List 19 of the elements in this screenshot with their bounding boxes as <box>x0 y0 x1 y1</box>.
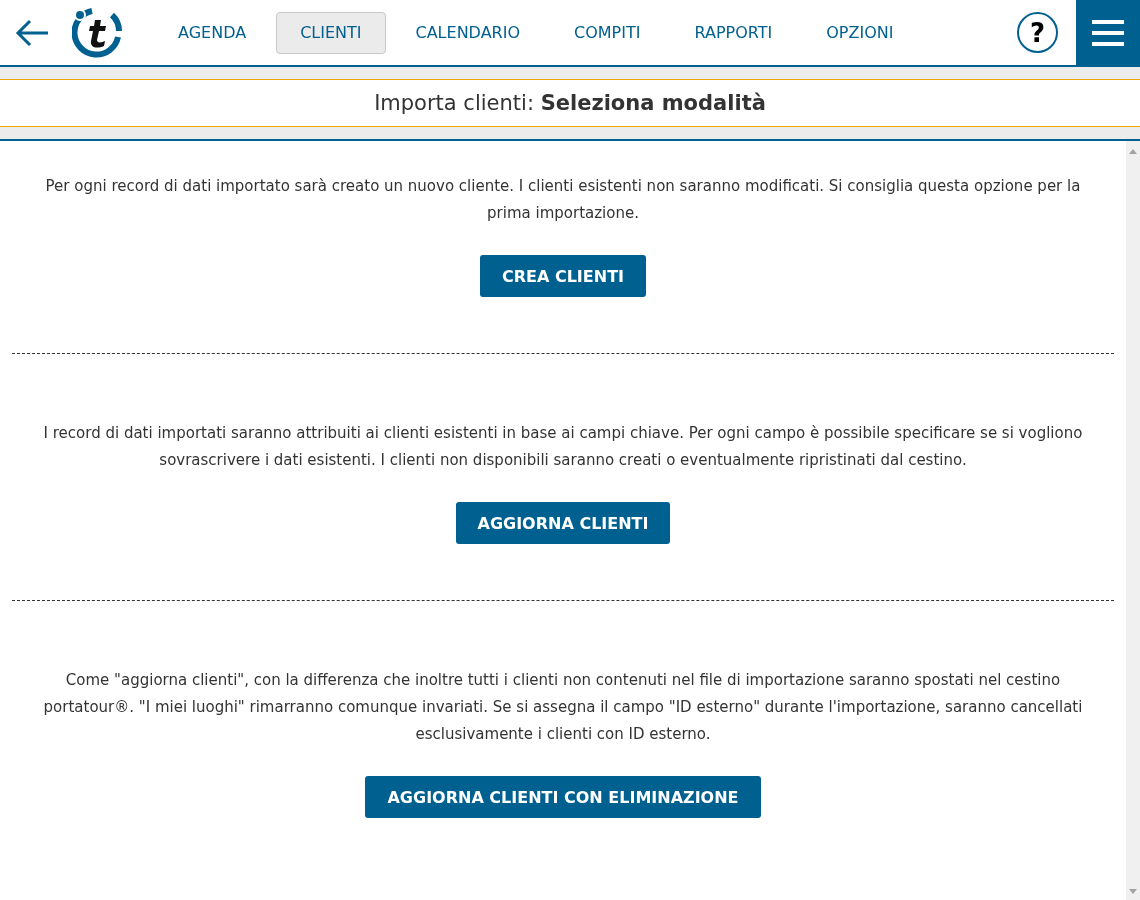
nav-tab[interactable]: CALENDARIO <box>391 11 545 54</box>
page-title: Importa clienti: Seleziona modalità <box>374 91 766 115</box>
nav-tab[interactable]: RAPPORTI <box>670 11 797 54</box>
menu-icon <box>1091 18 1125 47</box>
option-description: I record di dati importati saranno attribuiti ai clienti esistenti in base ai campi chiave. Per ogni campo è possibile specificare se si vogliono sovrascrivere i dati esistenti. I clienti non disponibili saranno creati o eventualmente ripristinati dal cestino. <box>42 423 1084 471</box>
action-button[interactable]: AGGIORNA CLIENTI <box>455 502 671 544</box>
scrollbar[interactable] <box>1126 141 1140 900</box>
back-arrow-icon[interactable] <box>14 17 50 48</box>
help-button[interactable]: ? <box>1017 12 1058 53</box>
nav-tab[interactable]: AGENDA <box>154 11 271 54</box>
action-button[interactable]: AGGIORNA CLIENTI CON ELIMINAZIONE <box>365 776 761 818</box>
option-description: Come "aggiorna clienti", con la differenza che inoltre tutti i clienti non contenuti nel file di importazione saranno spostati nel cestino portatour®. "I miei luoghi" rimarranno comunque invariati. Se si assegna il campo "ID esterno" durante l'importazione, saranno cancellati esclusivamente i clienti con ID esterno. <box>42 670 1084 745</box>
nav-tab[interactable]: CLIENTI <box>276 11 386 54</box>
logo-icon <box>72 6 124 59</box>
nav-tab[interactable]: COMPITI <box>550 11 665 54</box>
action-button[interactable]: CREA CLIENTI <box>480 255 646 297</box>
nav-tab[interactable]: OPZIONI <box>802 11 918 54</box>
menu-button[interactable] <box>1076 0 1140 65</box>
option-description: Per ogni record di dati importato sarà creato un nuovo cliente. I clienti esistenti non saranno modificati. Si consiglia questa opzione per la prima importazione. <box>44 176 1082 224</box>
